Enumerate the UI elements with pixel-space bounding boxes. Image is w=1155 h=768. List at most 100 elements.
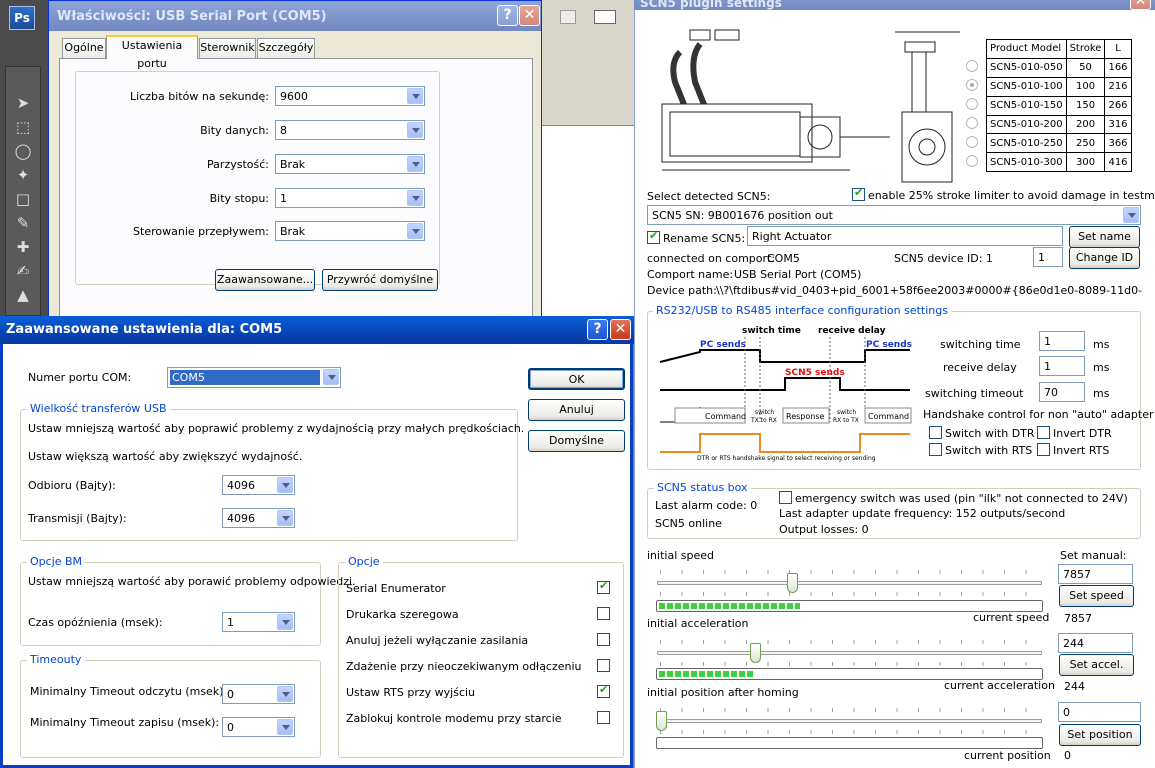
switch-dtr-label: Switch with DTR	[945, 427, 1035, 440]
device-path-clip: \\?\ftdibus#vid_0403+pid_6001+58f6ee2003…	[716, 283, 1143, 298]
tab-port-settings[interactable]: Ustawienia portu	[106, 35, 198, 70]
model-radio-2[interactable]	[966, 79, 978, 91]
speed-slider-thumb[interactable]	[787, 573, 798, 593]
defaults-button[interactable]: Domyślne	[528, 430, 625, 452]
position-input[interactable]: 0	[1058, 702, 1141, 722]
accel-slider-thumb[interactable]	[750, 643, 761, 663]
set-accel-button[interactable]: Set accel.	[1059, 654, 1134, 676]
accel-slider-track[interactable]	[657, 651, 1042, 655]
group-title: Timeouty	[27, 653, 85, 666]
brush-icon[interactable]: ✍	[12, 262, 34, 280]
chevron-down-icon	[277, 719, 293, 735]
cancel-button[interactable]: Anuluj	[528, 399, 625, 421]
table-cell: 100	[1065, 76, 1106, 97]
tx-size-select[interactable]: 4096	[222, 508, 295, 528]
read-timeout-select[interactable]: 0	[222, 684, 295, 704]
option-checkbox-surprise-removal[interactable]	[597, 659, 610, 672]
help-button[interactable]: ?	[497, 5, 518, 26]
healing-icon[interactable]: ✚	[12, 238, 34, 256]
write-timeout-select[interactable]: 0	[222, 717, 295, 737]
switch-rts-checkbox[interactable]	[929, 443, 942, 456]
table-cell: SCN5-010-300	[986, 152, 1067, 173]
com-port-select[interactable]: COM5	[167, 367, 341, 388]
limiter-checkbox[interactable]	[852, 186, 865, 201]
magic-wand-icon[interactable]: ✦	[12, 166, 34, 184]
option-checkbox-set-rts[interactable]	[597, 683, 610, 698]
switching-timeout-input[interactable]: 70	[1039, 382, 1085, 402]
change-id-button[interactable]: Change ID	[1069, 247, 1140, 269]
eyedropper-icon[interactable]: ✎	[12, 214, 34, 232]
stamp-icon[interactable]: ▲	[12, 286, 34, 304]
bm-hint: Ustaw mniejszą wartość aby porawić probl…	[28, 575, 356, 588]
data-bits-select[interactable]: 8	[275, 120, 425, 140]
option-label: Zablokuj kontrole modemu przy starcie	[346, 712, 562, 725]
speed-slider-track[interactable]	[657, 581, 1042, 585]
set-position-button[interactable]: Set position	[1059, 724, 1141, 746]
ok-button[interactable]: OK	[528, 368, 625, 390]
option-label: Drukarka szeregowa	[346, 608, 459, 621]
properties-title: Właściwości: USB Serial Port (COM5)	[57, 9, 327, 24]
crop-icon[interactable]: □	[12, 190, 34, 208]
device-id-input[interactable]: 1	[1033, 247, 1063, 267]
switching-time-input[interactable]: 1	[1039, 331, 1085, 351]
stop-bits-select[interactable]: 1	[275, 188, 425, 208]
tab-driver[interactable]: Sterownik	[199, 38, 256, 58]
accel-input[interactable]: 244	[1058, 633, 1133, 653]
option-checkbox-serial-printer[interactable]	[597, 607, 610, 620]
rx-size-select[interactable]: 4096	[222, 475, 295, 495]
speed-slider-ticks	[660, 570, 1043, 574]
invert-rts-checkbox[interactable]	[1037, 443, 1050, 456]
option-label: Serial Enumerator	[346, 582, 446, 595]
speed-input[interactable]: 7857	[1058, 564, 1133, 584]
position-slider-thumb[interactable]	[656, 711, 667, 731]
model-radio-4[interactable]	[966, 117, 978, 129]
position-slider-ticks	[660, 708, 1043, 712]
option-checkbox-cancel-power-off[interactable]	[597, 633, 610, 646]
device-id-label: SCN5 device ID: 1	[894, 252, 993, 265]
output-losses-label: Output losses: 0	[779, 523, 869, 536]
help-button[interactable]: ?	[587, 319, 608, 340]
receive-delay-input[interactable]: 1	[1039, 356, 1085, 376]
set-speed-button[interactable]: Set speed	[1059, 585, 1134, 607]
position-slider-track[interactable]	[657, 719, 1042, 723]
speed-label: initial speed	[647, 549, 714, 562]
restore-defaults-button[interactable]: Przywróć domyślne	[322, 269, 438, 291]
move-icon[interactable]: ➤	[12, 94, 34, 112]
detected-scn5-select[interactable]: SCN5 SN: 9B001676 position out	[647, 205, 1141, 225]
model-radio-3[interactable]	[966, 98, 978, 110]
option-checkbox-serial-enumerator[interactable]	[597, 579, 610, 594]
photoshop-logo[interactable]: Ps	[9, 6, 35, 30]
flow-control-select[interactable]: Brak	[275, 221, 425, 241]
set-name-button[interactable]: Set name	[1069, 226, 1140, 248]
parity-select[interactable]: Brak	[275, 154, 425, 174]
table-row: SCN5-010-200 200 316	[986, 114, 1132, 135]
model-radio-1[interactable]	[966, 60, 978, 72]
chevron-down-icon	[277, 510, 293, 526]
invert-dtr-checkbox[interactable]	[1037, 426, 1050, 439]
write-timeout-label: Minimalny Timeout zapisu (msek):	[30, 716, 220, 729]
invert-rts-label: Invert RTS	[1053, 444, 1110, 457]
tab-general[interactable]: Ogólne	[62, 38, 106, 58]
baud-rate-select[interactable]: 9600	[275, 86, 425, 106]
rename-checkbox[interactable]	[647, 229, 660, 244]
switch-dtr-checkbox[interactable]	[929, 426, 942, 439]
panel-tab-icon[interactable]	[560, 10, 576, 24]
group-title: RS232/USB to RS485 interface configurati…	[653, 304, 951, 317]
switching-time-label: switching time	[940, 338, 1021, 351]
marquee-icon[interactable]: ⬚	[12, 118, 34, 136]
option-checkbox-disable-modem-ctrl[interactable]	[597, 711, 610, 724]
diagram-label: Response	[786, 412, 825, 421]
lasso-icon[interactable]: ◯	[12, 142, 34, 160]
latency-select[interactable]: 1	[222, 612, 295, 632]
accel-slider-ticks	[660, 662, 1043, 666]
tab-details[interactable]: Szczegóły	[257, 38, 315, 58]
rename-input[interactable]: Right Actuator	[747, 226, 1063, 246]
close-button[interactable]: ✕	[1130, 0, 1151, 10]
advanced-button[interactable]: Zaawansowane...	[215, 269, 315, 291]
workspace-icon[interactable]	[594, 10, 616, 24]
model-radio-6[interactable]	[966, 155, 978, 167]
close-button[interactable]: ✕	[519, 5, 540, 26]
model-radio-5[interactable]	[966, 136, 978, 148]
close-button[interactable]: ✕	[610, 319, 631, 340]
online-label: SCN5 online	[655, 517, 722, 530]
